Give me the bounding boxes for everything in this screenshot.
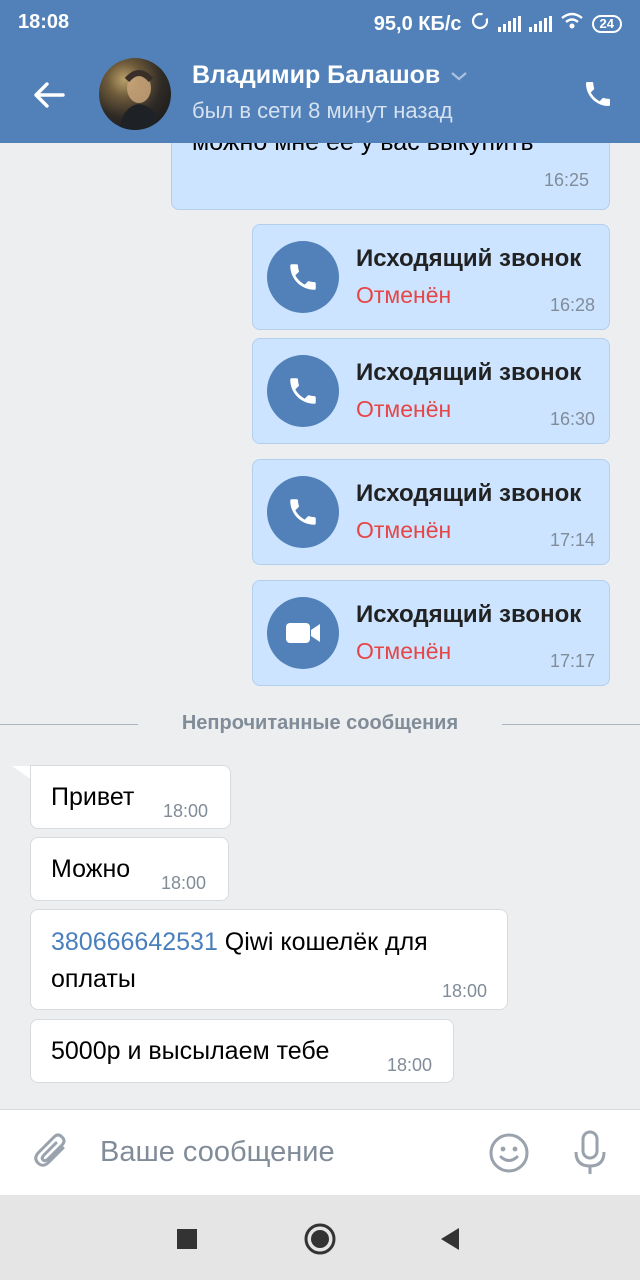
paperclip-icon <box>34 1133 66 1167</box>
contact-name: Владимир Балашов <box>192 61 441 89</box>
system-nav-bar <box>0 1195 640 1280</box>
triangle-icon <box>441 1228 459 1250</box>
emoji-button[interactable] <box>486 1130 532 1176</box>
message-text: Привет <box>51 783 135 811</box>
phone-icon <box>586 82 610 106</box>
battery-indicator: 24 <box>591 15 622 33</box>
circle-icon <box>304 1223 336 1255</box>
message-list[interactable]: можно мне ее у вас выкупить 16:25 Исходя… <box>0 143 640 1109</box>
call-title: Исходящий звонок <box>356 601 582 628</box>
unread-divider: Непрочитанные сообщения <box>0 710 640 740</box>
status-indicators: 95,0 КБ/с 24 <box>374 11 622 37</box>
status-bar: 18:08 95,0 КБ/с 24 <box>0 0 640 44</box>
call-state: Отменён <box>356 396 452 422</box>
back-button[interactable] <box>26 72 72 118</box>
recents-button[interactable] <box>165 1217 209 1261</box>
message-text-line1: 380666642531 Qiwi кошелёк для <box>51 928 428 957</box>
call-state: Отменён <box>356 517 452 543</box>
avatar[interactable] <box>99 58 171 130</box>
message-input[interactable] <box>100 1128 470 1176</box>
contact-name-button[interactable]: Владимир Балашов <box>192 61 468 90</box>
message-text: Можно <box>51 855 131 883</box>
call-back-button[interactable] <box>267 476 339 548</box>
incoming-message[interactable]: Можно 18:00 <box>30 837 229 901</box>
incoming-message[interactable]: 5000р и высылаем тебе 18:00 <box>30 1019 454 1083</box>
incoming-message[interactable]: 380666642531 Qiwi кошелёк для оплаты 18:… <box>30 909 508 1010</box>
call-state: Отменён <box>356 282 452 308</box>
divider-line <box>502 724 640 725</box>
chevron-down-icon <box>451 71 468 80</box>
message-text: Qiwi кошелёк для <box>217 928 428 956</box>
message-text: можно мне ее у вас выкупить <box>192 143 534 157</box>
message-time: 17:14 <box>549 530 595 550</box>
compose-bar <box>0 1109 640 1195</box>
bubble-tail <box>12 766 32 780</box>
outgoing-message[interactable]: можно мне ее у вас выкупить 16:25 <box>171 143 610 210</box>
call-message[interactable]: Исходящий звонок Отменён 17:14 <box>252 459 610 565</box>
status-time: 18:08 <box>18 11 70 33</box>
microphone-icon <box>574 1130 606 1174</box>
call-message[interactable]: Исходящий звонок Отменён 16:30 <box>252 338 610 444</box>
call-title: Исходящий звонок <box>356 359 582 386</box>
phone-icon <box>290 264 316 290</box>
top-bar: 18:08 95,0 КБ/с 24 Владимир Балашов был … <box>0 0 640 143</box>
phone-link[interactable]: 380666642531 <box>51 928 218 956</box>
message-time: 16:30 <box>549 409 595 429</box>
call-back-button[interactable] <box>267 355 339 427</box>
arrow-left-icon <box>34 82 65 108</box>
contact-status: был в сети 8 минут назад <box>192 98 453 123</box>
message-time: 16:28 <box>549 295 595 315</box>
message-text: 5000р и высылаем тебе <box>51 1037 330 1065</box>
message-time: 16:25 <box>543 170 589 190</box>
call-message[interactable]: Исходящий звонок Отменён 17:17 <box>252 580 610 686</box>
message-text-line2: оплаты <box>51 965 136 993</box>
call-back-button[interactable] <box>267 241 339 313</box>
call-back-button[interactable] <box>267 597 339 669</box>
video-camera-icon <box>286 623 320 643</box>
message-time: 17:17 <box>549 651 595 671</box>
back-nav-button[interactable] <box>428 1217 472 1261</box>
call-state: Отменён <box>356 638 452 664</box>
message-time: 18:00 <box>163 801 209 821</box>
message-time: 18:00 <box>387 1055 433 1075</box>
call-message[interactable]: Исходящий звонок Отменён 16:28 <box>252 224 610 330</box>
attach-button[interactable] <box>30 1130 74 1174</box>
message-time: 18:00 <box>161 873 207 893</box>
avatar-photo <box>119 70 161 130</box>
call-title: Исходящий звонок <box>356 480 582 507</box>
phone-icon <box>290 378 316 404</box>
call-button[interactable] <box>578 72 618 116</box>
signal-icon <box>497 16 521 32</box>
network-speed: 95,0 КБ/с <box>373 12 462 35</box>
call-title: Исходящий звонок <box>356 245 582 272</box>
sync-icon <box>470 11 490 37</box>
incoming-message[interactable]: Привет 18:00 <box>30 765 231 829</box>
chat-header: Владимир Балашов был в сети 8 минут наза… <box>0 44 640 143</box>
home-button[interactable] <box>298 1217 342 1261</box>
smile-icon <box>489 1133 529 1173</box>
square-icon <box>177 1229 197 1249</box>
signal-icon-2 <box>528 16 552 32</box>
phone-icon <box>290 499 316 525</box>
voice-message-button[interactable] <box>568 1128 612 1178</box>
message-time: 18:00 <box>441 981 487 1001</box>
wifi-icon <box>560 12 584 36</box>
